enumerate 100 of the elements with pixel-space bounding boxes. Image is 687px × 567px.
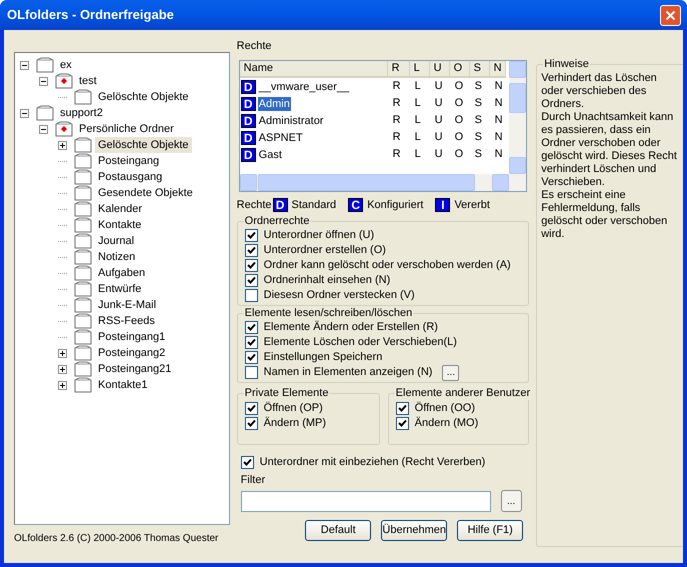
checkbox[interactable] (244, 289, 258, 302)
table-cell-text: N (494, 113, 504, 128)
table-cell-text: U (434, 113, 444, 128)
tree-item[interactable]: Posteingang2 (95, 345, 168, 361)
user-name[interactable]: Administrator (258, 114, 324, 128)
tree-item[interactable]: Gelöschte Objekte (95, 89, 192, 105)
column-header[interactable]: N (490, 61, 506, 78)
collapse-icon[interactable] (20, 108, 29, 118)
expand-icon[interactable] (58, 140, 67, 150)
folder-icon (73, 377, 93, 393)
checkbox[interactable] (396, 417, 409, 430)
horizontal-scrollbar[interactable] (240, 174, 526, 191)
expand-icon[interactable] (58, 364, 67, 374)
tree-item[interactable]: Kontakte (95, 217, 144, 233)
filter-field[interactable] (240, 490, 491, 512)
tree-item[interactable]: Gesendete Objekte (95, 185, 196, 201)
legend-text: Standard (292, 198, 336, 213)
table-cell-text: O (454, 79, 464, 94)
close-icon (665, 10, 676, 20)
column-header[interactable]: Name (240, 61, 388, 78)
checkbox[interactable] (244, 259, 258, 272)
filter-button[interactable]: ... (500, 490, 522, 512)
tree-item[interactable]: Posteingang1 (95, 329, 168, 345)
checkbox-label: Elemente Ändern oder Erstellen (R) (264, 320, 438, 336)
checkbox-label: Öffnen (OP) (264, 400, 323, 416)
dialog-button[interactable]: Übernehmen (381, 520, 448, 541)
legend-badge: C (348, 198, 364, 212)
folder-icon (73, 265, 93, 281)
checkbox-label: Einstellungen Speichern (264, 350, 382, 366)
tree-item[interactable]: Journal (95, 233, 138, 249)
user-name[interactable]: Admin (258, 96, 291, 110)
legend-label: Rechte (236, 198, 272, 213)
vertical-scrollbar[interactable] (508, 61, 526, 174)
tree-item[interactable]: Postausgang (95, 169, 166, 185)
table-cell-text: L (414, 79, 422, 94)
section-label: Rechte (236, 40, 273, 53)
tree-item[interactable]: ex (57, 57, 75, 73)
close-button[interactable] (660, 4, 681, 26)
user-name[interactable]: Gast (258, 148, 283, 162)
dialog-button[interactable]: Default (305, 520, 372, 541)
tree-item[interactable]: Junk-E-Mail (95, 297, 160, 313)
tree-item[interactable]: RSS-Feeds (95, 313, 158, 329)
table-cell-text: N (494, 79, 504, 94)
expand-icon[interactable] (58, 380, 67, 390)
folder-icon (73, 297, 93, 313)
folder-icon (73, 313, 93, 329)
dialog-button[interactable]: Hilfe (F1) (457, 520, 524, 541)
tree-item[interactable]: Posteingang21 (95, 361, 174, 377)
legend-badge: D (272, 198, 288, 212)
tree-item[interactable]: test (76, 73, 100, 89)
tree-item[interactable]: Kalender (95, 201, 146, 217)
collapse-icon[interactable] (39, 76, 48, 86)
tree-item[interactable]: Entwürfe (95, 281, 144, 297)
collapse-icon[interactable] (20, 60, 29, 70)
tree-item[interactable]: Notizen (95, 249, 138, 265)
checkbox[interactable] (244, 417, 258, 430)
table-cell-text: N (494, 96, 504, 112)
checkbox[interactable] (396, 402, 409, 415)
checkbox[interactable] (244, 351, 258, 364)
column-header[interactable]: L (410, 61, 430, 78)
folder-icon (73, 89, 93, 105)
tree-item[interactable]: Aufgaben (95, 265, 148, 281)
user-name[interactable]: __vmware_user__ (258, 80, 350, 94)
checkbox[interactable] (244, 366, 258, 379)
checkbox[interactable] (244, 274, 258, 287)
folder-icon (73, 281, 93, 297)
checkbox-label: Diesesn Ordner verstecken (V) (264, 288, 415, 304)
tree-item[interactable]: Persönliche Ordner (76, 121, 177, 137)
window-title: OLfolders - Ordnerfreigabe (6, 6, 174, 24)
tree-item[interactable]: Gelöschte Objekte (95, 137, 192, 153)
checkbox[interactable] (244, 321, 258, 334)
checkbox[interactable] (240, 456, 254, 469)
legend-text: Vererbt (454, 198, 490, 213)
column-header[interactable]: R (388, 61, 410, 78)
table-cell-text: U (434, 147, 444, 162)
folder-icon (73, 169, 93, 185)
checkbox[interactable] (244, 244, 258, 257)
checkbox[interactable] (244, 336, 258, 349)
column-header[interactable]: S (470, 61, 490, 78)
expand-icon[interactable] (58, 348, 67, 358)
table-cell-text: R (392, 130, 402, 146)
collapse-icon[interactable] (39, 124, 48, 134)
more-button[interactable]: ... (442, 364, 460, 380)
folder-icon (73, 153, 93, 169)
tree-item[interactable]: Posteingang (95, 153, 162, 169)
checkbox[interactable] (244, 229, 258, 242)
user-name[interactable]: ASPNET (258, 130, 304, 144)
checkbox[interactable] (244, 402, 258, 415)
column-header[interactable]: O (450, 61, 470, 78)
footer-text: OLfolders 2.6 (C) 2000-2006 Thomas Quester (14, 532, 218, 545)
table-cell-text: N (494, 147, 504, 162)
legend-badge: I (435, 198, 450, 212)
folder-icon (73, 137, 93, 153)
folder-icon (73, 249, 93, 265)
tree-item[interactable]: Kontakte1 (95, 377, 151, 393)
folder-icon (73, 329, 93, 345)
table-cell-text: R (392, 96, 402, 112)
column-header[interactable]: U (430, 61, 450, 78)
table-cell-text: S (474, 79, 484, 94)
tree-item[interactable]: support2 (57, 105, 106, 121)
